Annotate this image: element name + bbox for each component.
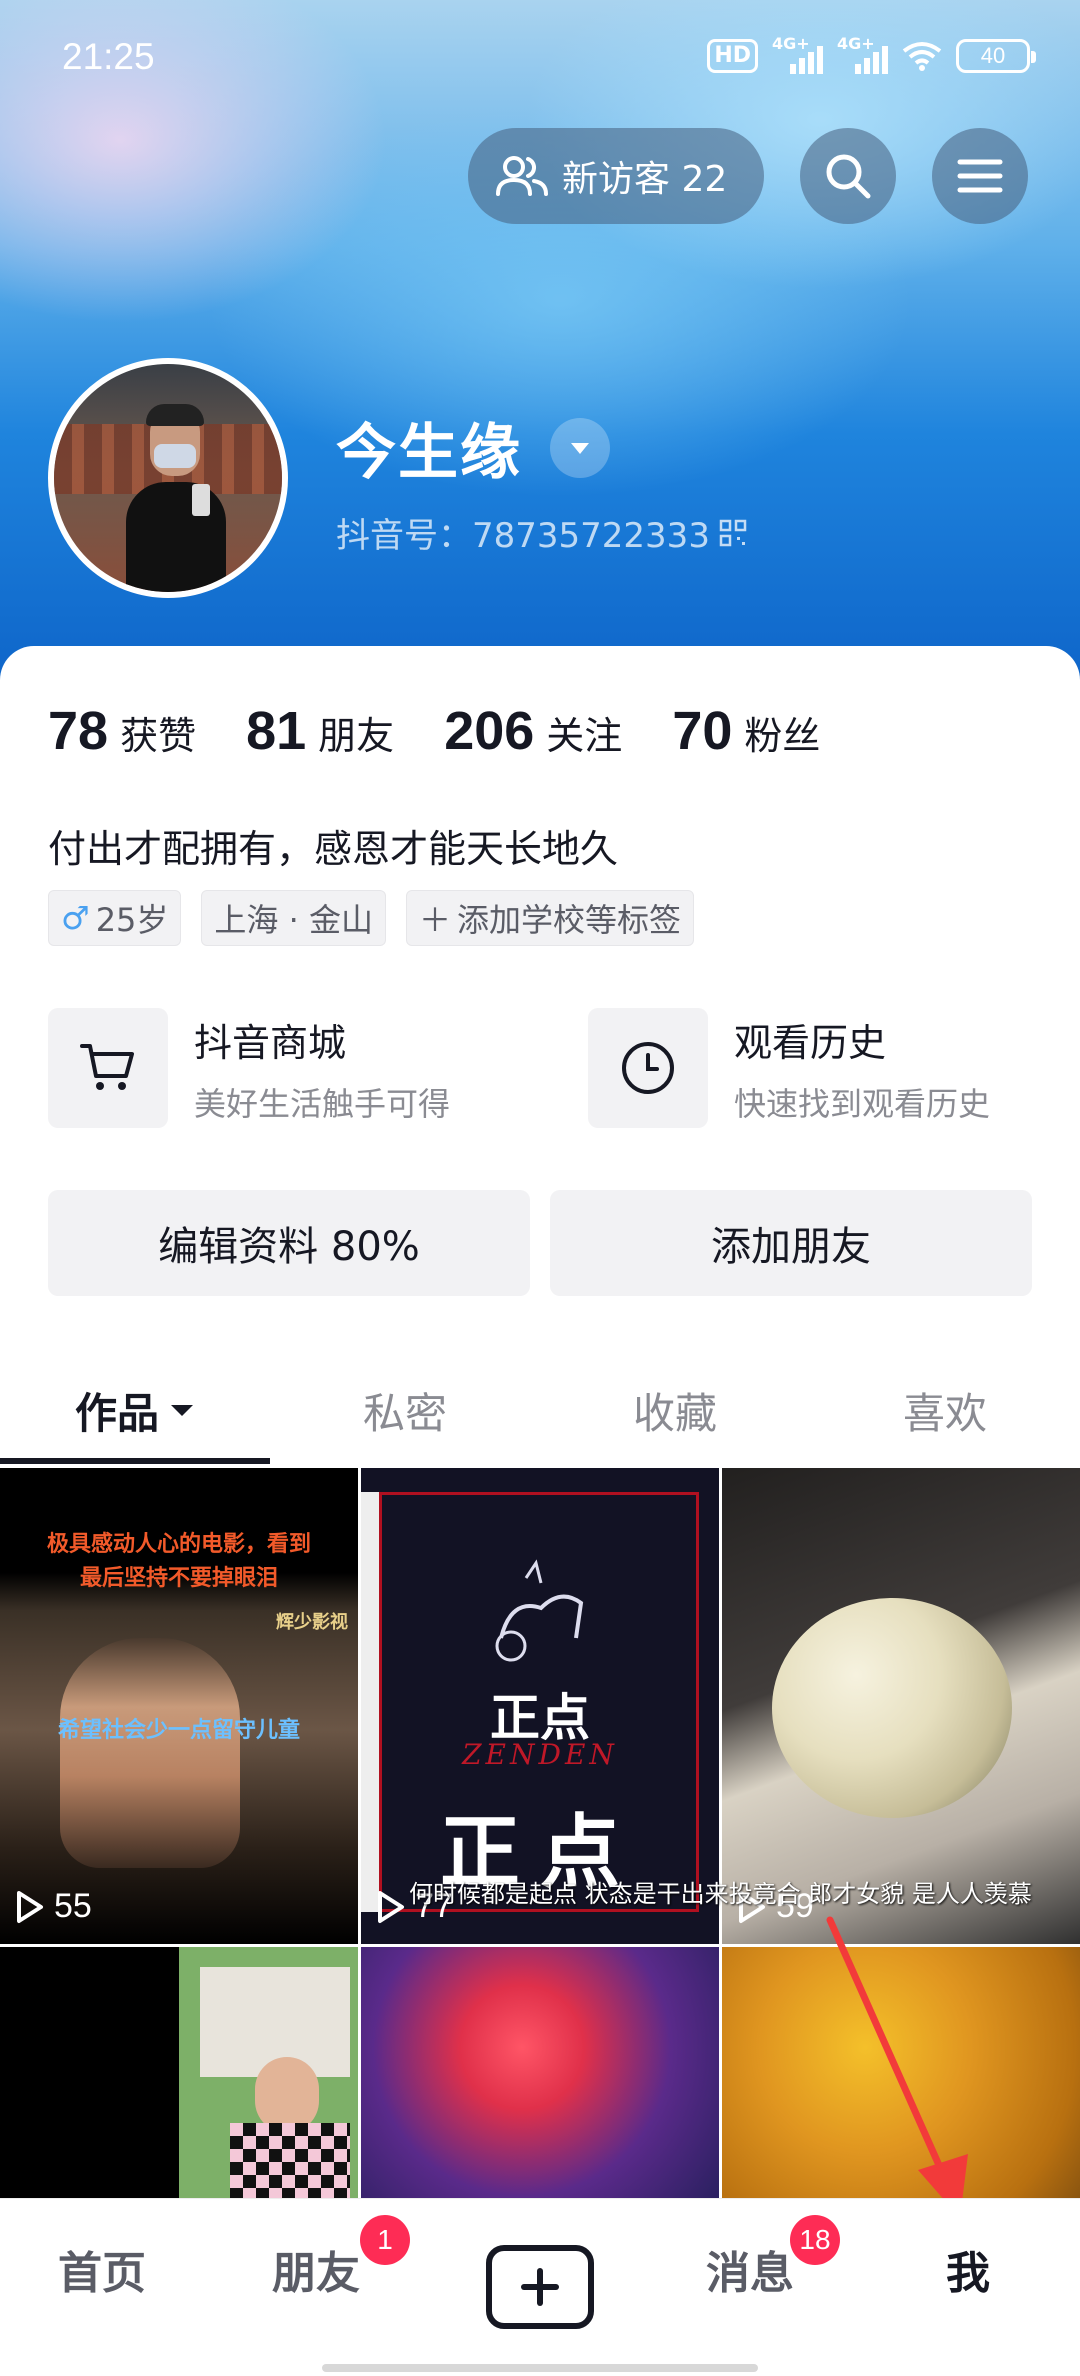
search-button[interactable] (800, 128, 896, 224)
content-tabs: 作品 私密 收藏 喜欢 (0, 1356, 1080, 1466)
play-count: 55 (14, 1887, 92, 1926)
woman-face (255, 2057, 319, 2133)
caret-down-icon (171, 1405, 193, 1416)
video-thumbnail[interactable] (361, 1947, 719, 2198)
tab-likes[interactable]: 喜欢 (810, 1356, 1080, 1464)
new-visitors-button[interactable]: 新访客 22 (468, 128, 764, 224)
status-time: 21:25 (62, 36, 155, 77)
bottom-navigation: 首页 朋友 1 消息 18 我 (0, 2198, 1080, 2376)
clock-icon (588, 1008, 708, 1128)
signal-icon: 4G+ (772, 34, 823, 74)
location-tag[interactable]: 上海 · 金山 (201, 890, 386, 946)
account-switch-button[interactable] (550, 418, 610, 478)
signal-icon-2: 4G+ (837, 34, 888, 74)
bio: 付出才配拥有，感恩才能天长地久 (48, 827, 619, 871)
stat-following[interactable]: 206 关注 (444, 700, 622, 762)
people-icon (496, 156, 548, 196)
search-icon (826, 154, 871, 199)
stat-friends[interactable]: 81 朋友 (246, 700, 394, 762)
caret-down-icon (571, 443, 589, 454)
video-caption-top: 极具感动人心的电影，看到 最后坚持不要掉眼泪 (46, 1532, 311, 1591)
douyin-id-text: 抖音号：78735722333 (336, 516, 710, 556)
stat-followers[interactable]: 70 粉丝 (672, 700, 820, 762)
child-face (60, 1638, 240, 1868)
stat-likes[interactable]: 78 获赞 (48, 700, 196, 762)
status-bar: 21:25 HD 4G+ 4G+ 40 (0, 0, 1080, 120)
video-caption-tag: 辉少影视 (276, 1612, 348, 1633)
menu-button[interactable] (932, 128, 1028, 224)
age-tag[interactable]: ♂ 25岁 (48, 890, 182, 946)
nav-home[interactable]: 首页 (58, 2237, 146, 2301)
messages-badge: 18 (790, 2215, 840, 2265)
douyin-mall-shortcut[interactable]: 抖音商城 美好生活触手可得 (48, 1008, 450, 1128)
video-caption-sub: 希望社会少一点留守儿童 (57, 1718, 300, 1743)
home-indicator[interactable] (322, 2364, 758, 2372)
tab-favorites[interactable]: 收藏 (540, 1356, 810, 1464)
nav-friends[interactable]: 朋友 (272, 2237, 360, 2301)
nav-me[interactable]: 我 (946, 2237, 990, 2301)
nav-messages[interactable]: 消息 (706, 2237, 794, 2301)
video-thumbnail[interactable]: 59 (722, 1468, 1080, 1944)
video-thumbnail[interactable] (0, 1947, 358, 2198)
cart-icon (48, 1008, 168, 1128)
profile-tags: ♂ 25岁 上海 · 金山 ＋ 添加学校等标签 (48, 890, 694, 946)
add-friend-button[interactable]: 添加朋友 (550, 1190, 1032, 1296)
add-tag-button[interactable]: ＋ 添加学校等标签 (405, 890, 694, 946)
qrcode-icon (719, 519, 747, 546)
play-icon (17, 1890, 43, 1923)
checkered-top (230, 2123, 350, 2198)
tab-private[interactable]: 私密 (270, 1356, 540, 1464)
hamburger-icon (957, 159, 1003, 193)
brand-name-en: ZENDEN (462, 1738, 618, 1771)
tab-indicator (0, 1458, 270, 1464)
hd-icon: HD (707, 39, 758, 73)
battery-icon: 40 (956, 39, 1036, 73)
douyin-id[interactable]: 抖音号：78735722333 (336, 508, 748, 557)
avatar[interactable] (48, 358, 288, 598)
stats-row: 78 获赞 81 朋友 206 关注 70 粉丝 (48, 700, 870, 762)
visitor-label: 新访客 22 (562, 159, 728, 200)
tab-works[interactable]: 作品 (0, 1356, 270, 1464)
edit-profile-button[interactable]: 编辑资料 80% (48, 1190, 530, 1296)
male-icon: ♂ (61, 899, 90, 937)
video-thumbnail[interactable]: 极具感动人心的电影，看到 最后坚持不要掉眼泪 辉少影视 希望社会少一点留守儿童 … (0, 1468, 358, 1944)
wifi-icon (902, 42, 942, 71)
video-thumbnail[interactable]: 正点 ZENDEN 正点 77 (361, 1468, 719, 1944)
username: 今生缘 (336, 418, 522, 488)
plus-icon (521, 2268, 559, 2306)
create-button[interactable] (486, 2245, 594, 2329)
watch-history-shortcut[interactable]: 观看历史 快速找到观看历史 (588, 1008, 990, 1128)
plus-icon: ＋ (418, 901, 451, 939)
flower-bouquet (772, 1598, 1012, 1818)
horse-chariot-logo (495, 1559, 584, 1662)
friends-badge: 1 (360, 2215, 410, 2265)
status-icons: HD 4G+ 4G+ 40 (707, 34, 1036, 74)
